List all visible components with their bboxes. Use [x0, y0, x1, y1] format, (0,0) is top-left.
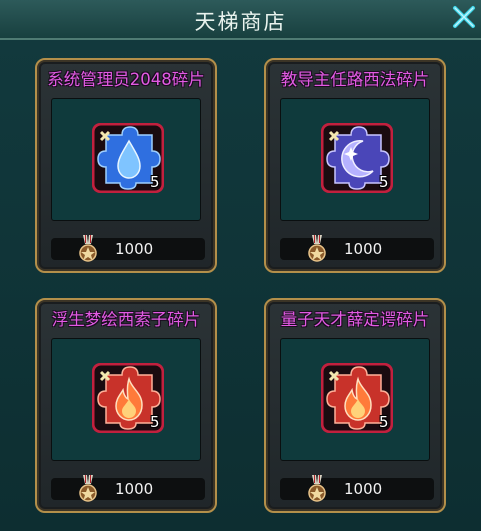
- medal-icon: [308, 235, 326, 262]
- shop-item-card[interactable]: 量子天才薛定谔碎片 5 1000: [264, 298, 446, 513]
- shop-item-card[interactable]: 浮生梦绘西索子碎片 5 1000: [35, 298, 217, 513]
- price-value: 1000: [344, 480, 383, 498]
- item-slot: 5: [280, 338, 430, 461]
- price-bar: 1000: [51, 475, 205, 502]
- item-slot: 5: [280, 98, 430, 221]
- item-count: 5: [150, 413, 160, 431]
- item-count: 5: [379, 413, 389, 431]
- shop-item-card[interactable]: 教导主任路西法碎片 5 1000: [264, 58, 446, 273]
- price-bar: 1000: [51, 235, 205, 262]
- item-name: 浮生梦绘西索子碎片: [51, 310, 201, 329]
- ladder-shop-window: 天梯商店 系统管理员2048碎片 5 1000 教导主任路西法碎片 5 1000…: [0, 0, 481, 531]
- price-bar: 1000: [280, 235, 434, 262]
- item-slot: 5: [51, 98, 201, 221]
- item-slot: 5: [51, 338, 201, 461]
- item-count: 5: [150, 173, 160, 191]
- medal-icon: [79, 475, 97, 502]
- price-value: 1000: [344, 240, 383, 258]
- item-name: 教导主任路西法碎片: [280, 70, 430, 89]
- item-name: 系统管理员2048碎片: [47, 70, 205, 89]
- price-bar: 1000: [280, 475, 434, 502]
- shop-grid: 系统管理员2048碎片 5 1000 教导主任路西法碎片 5 1000 浮生梦绘…: [35, 58, 452, 513]
- shop-item-card[interactable]: 系统管理员2048碎片 5 1000: [35, 58, 217, 273]
- price-value: 1000: [115, 480, 154, 498]
- medal-icon: [308, 475, 326, 502]
- item-name: 量子天才薛定谔碎片: [280, 310, 430, 329]
- close-icon[interactable]: [451, 4, 477, 30]
- window-header: 天梯商店: [0, 0, 481, 40]
- window-title: 天梯商店: [194, 10, 287, 34]
- price-value: 1000: [115, 240, 154, 258]
- medal-icon: [79, 235, 97, 262]
- item-count: 5: [379, 173, 389, 191]
